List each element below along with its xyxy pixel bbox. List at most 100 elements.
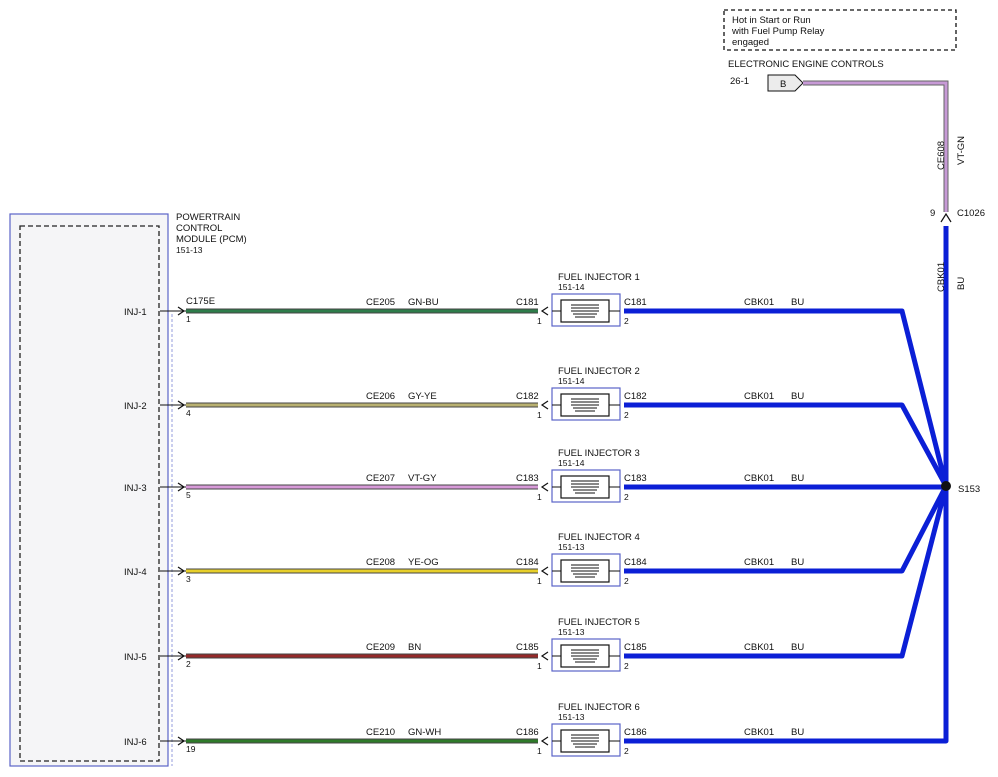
pcm-pin-number: 5 xyxy=(186,490,191,500)
injector-pin-out: 2 xyxy=(624,316,629,326)
pin-label: INJ-1 xyxy=(124,307,147,318)
pcm-pin-number: 19 xyxy=(186,744,196,754)
out-circuit-label: CBK01 xyxy=(744,391,774,402)
connector-arrow-icon xyxy=(540,566,549,576)
connector-arrow-icon xyxy=(540,306,549,316)
trunk-circuit-label: CBK01 xyxy=(936,262,947,292)
pin-label: INJ-2 xyxy=(124,401,147,412)
splice-label: S153 xyxy=(958,484,980,495)
out-color-label: BU xyxy=(791,473,804,484)
circuit-color: GN-WH xyxy=(408,727,441,738)
feed-color-label: VT-GN xyxy=(956,136,967,165)
injector-pin-out: 2 xyxy=(624,746,629,756)
feed-wire-outline xyxy=(803,80,949,212)
power-note-line: engaged xyxy=(732,37,769,48)
out-color-label: BU xyxy=(791,642,804,653)
circuit-label: CE210 xyxy=(366,727,395,738)
pcm-title-line: POWERTRAIN xyxy=(176,212,240,223)
circuit-color: BN xyxy=(408,642,421,653)
c1026-pin: 9 xyxy=(930,208,935,219)
power-note-line: Hot in Start or Run xyxy=(732,15,811,26)
circuit-color: VT-GY xyxy=(408,473,437,484)
injector-pin-in: 1 xyxy=(537,746,542,756)
injector-circuits: INJ-11CE205 GN-BU C1811FUEL INJECTOR 1151-… xyxy=(124,272,949,757)
out-wire-cbk01 xyxy=(624,402,949,488)
circuit-label: CE205 xyxy=(366,297,395,308)
injector-pin-out: 2 xyxy=(624,576,629,586)
connector-label: C185 xyxy=(516,642,539,653)
wiring-diagram: Hot in Start or Run with Fuel Pump Relay… xyxy=(0,0,998,772)
injector-pin-in: 1 xyxy=(537,576,542,586)
injector-pin-out: 2 xyxy=(624,410,629,420)
connector-label: C182 xyxy=(516,391,539,402)
pcm-title-line: MODULE (PCM) xyxy=(176,234,247,245)
out-color-label: BU xyxy=(791,391,804,402)
out-connector-label: C185 xyxy=(624,642,647,653)
pcm-ref: 151-13 xyxy=(176,245,203,255)
circuit-label: CE206 xyxy=(366,391,395,402)
wiring-diagram-canvas: Hot in Start or Run with Fuel Pump Relay… xyxy=(9,9,985,767)
injector-pin-in: 1 xyxy=(537,661,542,671)
connector-label: C184 xyxy=(516,557,539,568)
out-connector-label: C183 xyxy=(624,473,647,484)
injector-ref: 151-14 xyxy=(558,458,585,468)
connector-arrow-icon xyxy=(540,736,549,746)
source-pin-label: B xyxy=(780,79,786,90)
out-connector-label: C181 xyxy=(624,297,647,308)
injector-pin-in: 1 xyxy=(537,492,542,502)
trunk-color-label: BU xyxy=(956,277,967,290)
out-wire-cbk01 xyxy=(624,486,949,744)
out-color-label: BU xyxy=(791,727,804,738)
injector-ref: 151-13 xyxy=(558,627,585,637)
out-circuit-label: CBK01 xyxy=(744,557,774,568)
circuit-color: YE-OG xyxy=(408,557,439,568)
pcm-pin-number: 4 xyxy=(186,408,191,418)
source-ref: 26-1 xyxy=(730,76,749,87)
pcm-pin-number: 2 xyxy=(186,659,191,669)
circuit-label: CE208 xyxy=(366,557,395,568)
connector-arrow-icon xyxy=(540,400,549,410)
out-connector-label: C186 xyxy=(624,727,647,738)
connector-arrow-icon xyxy=(540,482,549,492)
injector-ref: 151-13 xyxy=(558,542,585,552)
pcm-pin-number: 3 xyxy=(186,574,191,584)
pcm-pin-number: 1 xyxy=(186,314,191,324)
out-circuit-label: CBK01 xyxy=(744,473,774,484)
out-connector-label: C182 xyxy=(624,391,647,402)
injector-ref: 151-13 xyxy=(558,712,585,722)
source-title: ELECTRONIC ENGINE CONTROLS xyxy=(728,59,884,70)
out-color-label: BU xyxy=(791,557,804,568)
pin-label: INJ-5 xyxy=(124,652,147,663)
injector-ref: 151-14 xyxy=(558,376,585,386)
injector-pin-out: 2 xyxy=(624,492,629,502)
connector-label: C183 xyxy=(516,473,539,484)
connector-label: C186 xyxy=(516,727,539,738)
injector-ref: 151-14 xyxy=(558,282,585,292)
connector-arrow-icon xyxy=(540,651,549,661)
source-block: ELECTRONIC ENGINE CONTROLS 26-1 B CE608 … xyxy=(728,59,985,486)
out-connector-label: C184 xyxy=(624,557,647,568)
c1026-label: C1026 xyxy=(957,208,985,219)
pcm-connector-label: C175E xyxy=(186,296,215,307)
power-note-line: with Fuel Pump Relay xyxy=(731,26,825,37)
splice-point xyxy=(941,481,951,491)
out-wire-cbk01 xyxy=(624,484,949,574)
out-circuit-label: CBK01 xyxy=(744,297,774,308)
pin-label: INJ-6 xyxy=(124,737,147,748)
out-circuit-label: CBK01 xyxy=(744,642,774,653)
injector-pin-in: 1 xyxy=(537,316,542,326)
circuit-label: CE207 xyxy=(366,473,395,484)
circuit-color: GY-YE xyxy=(408,391,437,402)
pcm-title-line: CONTROL xyxy=(176,223,222,234)
feed-wire xyxy=(803,81,948,212)
circuit-label: CE209 xyxy=(366,642,395,653)
out-circuit-label: CBK01 xyxy=(744,727,774,738)
injector-pin-out: 2 xyxy=(624,661,629,671)
circuit-color: GN-BU xyxy=(408,297,439,308)
connector-label: C181 xyxy=(516,297,539,308)
power-note: Hot in Start or Run with Fuel Pump Relay… xyxy=(723,9,957,51)
out-wire-cbk01 xyxy=(624,308,949,487)
pin-label: INJ-4 xyxy=(124,567,147,578)
c1026-connector-icon xyxy=(940,212,952,223)
feed-circuit-label: CE608 xyxy=(936,141,947,170)
